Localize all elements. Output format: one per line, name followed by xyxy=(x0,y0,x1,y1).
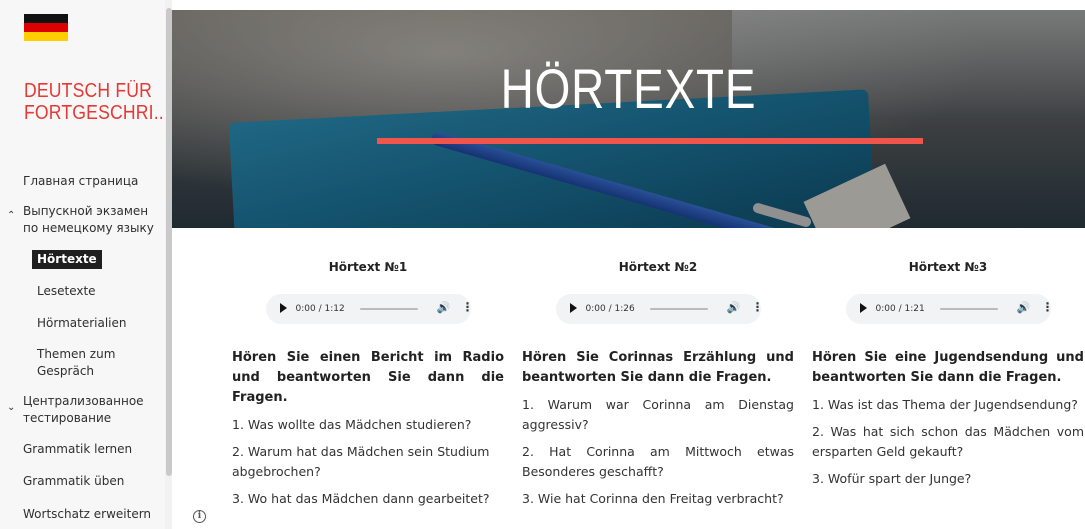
sidebar-item-wortschatz-erweitern[interactable]: Wortschatz erweitern xyxy=(23,506,151,523)
seek-slider[interactable] xyxy=(649,308,708,310)
seek-slider[interactable] xyxy=(939,308,998,310)
question-item: 1. Warum war Corinna am Dienstag aggress… xyxy=(522,397,794,432)
audio-player[interactable]: 0:00 / 1:21 🔊 ⋮ xyxy=(845,294,1054,324)
audio-player[interactable]: 0:00 / 1:12 🔊 ⋮ xyxy=(265,294,474,324)
chevron-up-icon[interactable]: ⌃ xyxy=(7,210,15,221)
hoertext-column-2: Hörtext №2 0:00 / 1:26 🔊 ⋮ Hören Sie Cor… xyxy=(522,258,794,509)
question-item: 3. Wofür spart der Junge? xyxy=(812,471,972,486)
sidebar-item-label-line2: Gespräch xyxy=(37,364,95,378)
sidebar-item-label: Wortschatz erweitern xyxy=(23,507,152,521)
question-item: 1. Was ist das Thema der Jugendsendung? xyxy=(812,397,1078,412)
sidebar-item-label: Themen zum xyxy=(37,347,116,361)
sidebar-item-label: Lesetexte xyxy=(37,284,96,298)
task-instructions: Hören Sie eine Jugendsendung und beantwo… xyxy=(812,350,1084,385)
task-instructions: Hören Sie einen Bericht im Radio und bea… xyxy=(232,350,504,405)
player-time: 0:00 / 1:21 xyxy=(875,304,925,314)
site-title-line1: DEUTSCH FÜR xyxy=(24,80,153,102)
info-icon[interactable]: i xyxy=(193,510,206,523)
volume-icon[interactable]: 🔊 xyxy=(1017,301,1031,314)
question-item: 3. Wie hat Corinna den Freitag verbracht… xyxy=(522,491,784,506)
sidebar-item-label: Grammatik lernen xyxy=(23,442,133,456)
sidebar-item-label-line2: по немецкому языку xyxy=(23,221,154,235)
sidebar-item-final-exam[interactable]: Выпускной экзамен по немецкому языку xyxy=(23,203,154,237)
audio-player[interactable]: 0:00 / 1:26 🔊 ⋮ xyxy=(555,294,764,324)
sidebar-item-lesetexte[interactable]: Lesetexte xyxy=(37,283,96,300)
sidebar-item-label-line2: тестирование xyxy=(23,411,112,425)
more-options-icon[interactable]: ⋮ xyxy=(462,300,474,314)
question-item: 2. Was hat sich schon das Mädchen vom er… xyxy=(812,424,1084,459)
volume-icon[interactable]: 🔊 xyxy=(727,301,741,314)
play-icon[interactable] xyxy=(569,303,577,313)
sidebar-item-label: Централизованное xyxy=(23,394,144,408)
question-item: 3. Wo hat das Mädchen dann gearbeitet? xyxy=(232,491,490,506)
sidebar-item-grammatik-lernen[interactable]: Grammatik lernen xyxy=(23,441,132,458)
sidebar-item-centralized-testing[interactable]: Централизованное тестирование xyxy=(23,393,144,427)
sidebar-item-home[interactable]: Главная страница xyxy=(23,173,138,190)
sidebar-item-label: Hörtexte xyxy=(37,252,97,266)
chevron-down-icon[interactable]: ⌄ xyxy=(7,402,15,413)
play-icon[interactable] xyxy=(859,303,867,313)
site-title-line2: FORTGESCHRI... xyxy=(24,102,169,124)
task-instructions: Hören Sie Corinnas Erzählung und beantwo… xyxy=(522,350,794,385)
volume-icon[interactable]: 🔊 xyxy=(437,301,451,314)
hoertext-column-3: Hörtext №3 0:00 / 1:21 🔊 ⋮ Hören Sie ein… xyxy=(812,258,1084,489)
sidebar-item-label: Grammatik üben xyxy=(23,474,125,488)
title-underline xyxy=(377,138,923,144)
player-time: 0:00 / 1:12 xyxy=(295,304,345,314)
sidebar-item-grammatik-ueben[interactable]: Grammatik üben xyxy=(23,473,124,490)
sidebar: DEUTSCH FÜR FORTGESCHRI... Главная стран… xyxy=(0,0,172,529)
sidebar-item-themen-zum-gespraech[interactable]: Themen zum Gespräch xyxy=(37,346,115,380)
sidebar-item-label: Hörmaterialien xyxy=(37,316,127,330)
column-title: Hörtext №1 xyxy=(328,260,408,274)
player-time: 0:00 / 1:26 xyxy=(585,304,635,314)
question-item: 2. Warum hat das Mädchen sein Studium ab… xyxy=(232,444,490,479)
more-options-icon[interactable]: ⋮ xyxy=(1042,300,1054,314)
sidebar-item-label: Главная страница xyxy=(23,174,139,188)
column-title: Hörtext №3 xyxy=(908,260,988,274)
sidebar-item-label: Выпускной экзамен xyxy=(23,204,149,218)
column-title: Hörtext №2 xyxy=(618,260,698,274)
sidebar-item-hoertexte[interactable]: Hörtexte xyxy=(32,250,102,269)
question-item: 2. Hat Corinna am Mittwoch etwas Besonde… xyxy=(522,444,794,479)
question-item: 1. Was wollte das Mädchen studieren? xyxy=(232,417,472,432)
page-title: HÖRTEXTE xyxy=(500,57,757,120)
more-options-icon[interactable]: ⋮ xyxy=(752,300,764,314)
sidebar-item-hoermaterialien[interactable]: Hörmaterialien xyxy=(37,315,127,332)
seek-slider[interactable] xyxy=(359,308,418,310)
site-title[interactable]: DEUTSCH FÜR FORTGESCHRI... xyxy=(24,80,169,124)
play-icon[interactable] xyxy=(279,303,287,313)
german-flag-icon[interactable] xyxy=(24,14,68,41)
hoertext-column-1: Hörtext №1 0:00 / 1:12 🔊 ⋮ Hören Sie ein… xyxy=(232,258,504,509)
